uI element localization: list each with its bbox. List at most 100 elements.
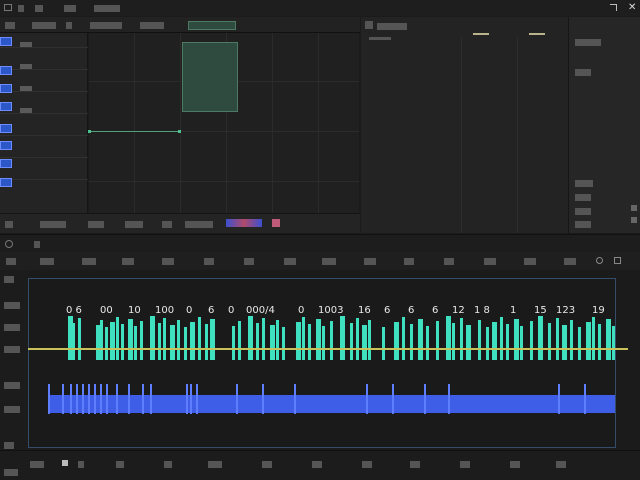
audio-clip[interactable]	[270, 325, 275, 360]
audio-clip[interactable]	[296, 322, 301, 360]
audio-clip[interactable]	[362, 325, 367, 360]
audio-clip[interactable]	[184, 327, 187, 360]
audio-clip[interactable]	[466, 325, 471, 360]
track-label[interactable]	[4, 276, 14, 283]
audio-clip[interactable]	[530, 321, 533, 360]
midi-note[interactable]	[584, 384, 586, 414]
midi-note[interactable]	[48, 384, 50, 414]
midi-note[interactable]	[76, 384, 78, 414]
layer-icon[interactable]	[0, 102, 12, 111]
audio-clip[interactable]	[78, 318, 81, 360]
restore-icon[interactable]	[610, 4, 617, 11]
panel-icon[interactable]	[365, 21, 373, 29]
audio-clip[interactable]	[110, 322, 115, 360]
audio-clip[interactable]	[486, 327, 489, 360]
audio-clip[interactable]	[205, 324, 208, 360]
midi-note[interactable]	[392, 384, 394, 414]
active-tab[interactable]	[188, 21, 236, 30]
layer-icon[interactable]	[0, 141, 12, 150]
audio-clip[interactable]	[492, 322, 497, 360]
audio-clip[interactable]	[100, 320, 103, 360]
anchor-handle[interactable]	[178, 130, 181, 133]
menu-item-edit[interactable]	[35, 5, 43, 12]
layer-icon[interactable]	[0, 124, 12, 133]
close-icon[interactable]: ✕	[628, 2, 636, 13]
audio-clip[interactable]	[330, 321, 333, 360]
status-icon[interactable]	[62, 460, 68, 466]
track-label[interactable]	[4, 346, 20, 353]
midi-note[interactable]	[196, 384, 198, 414]
audio-clip[interactable]	[538, 316, 543, 360]
midi-note[interactable]	[558, 384, 560, 414]
midi-note[interactable]	[100, 384, 102, 414]
status-item[interactable]	[40, 221, 66, 228]
audio-clip[interactable]	[606, 319, 611, 360]
audio-clip[interactable]	[578, 327, 581, 360]
midi-track[interactable]	[48, 395, 615, 413]
audio-clip[interactable]	[592, 317, 595, 360]
toolbar-item[interactable]	[5, 22, 15, 29]
audio-clip[interactable]	[105, 327, 108, 360]
audio-clip[interactable]	[163, 318, 166, 360]
audio-clip[interactable]	[556, 318, 559, 360]
audio-clip[interactable]	[158, 323, 161, 360]
audio-clip[interactable]	[446, 316, 451, 360]
record-icon[interactable]	[596, 257, 603, 264]
status-item[interactable]	[88, 221, 104, 228]
audio-clip[interactable]	[232, 326, 235, 360]
inspector-row[interactable]	[575, 221, 591, 228]
color-swatch[interactable]	[272, 219, 280, 227]
audio-clip[interactable]	[248, 316, 253, 360]
audio-clip[interactable]	[436, 321, 439, 360]
audio-clip[interactable]	[570, 320, 573, 360]
scroll-handle[interactable]	[631, 205, 637, 211]
track-area[interactable]	[28, 278, 616, 448]
selected-element[interactable]	[182, 42, 238, 112]
toolbar-item[interactable]	[66, 22, 72, 29]
layer-icon[interactable]	[0, 66, 12, 75]
menu-item-file[interactable]	[18, 5, 24, 12]
inspector-row[interactable]	[575, 208, 591, 215]
status-item[interactable]	[125, 221, 143, 228]
anchor-handle[interactable]	[88, 130, 91, 133]
audio-clip[interactable]	[382, 327, 385, 360]
scroll-handle[interactable]	[631, 217, 637, 223]
inspector-row[interactable]	[575, 180, 593, 187]
midi-note[interactable]	[150, 384, 152, 414]
color-swatches[interactable]	[226, 219, 262, 227]
audio-clip[interactable]	[394, 322, 399, 360]
midi-note[interactable]	[62, 384, 64, 414]
midi-note[interactable]	[262, 384, 264, 414]
audio-clip[interactable]	[410, 324, 413, 360]
audio-clip[interactable]	[612, 326, 615, 360]
track-label[interactable]	[4, 406, 20, 413]
layer-icon[interactable]	[0, 159, 12, 168]
audio-clip[interactable]	[586, 322, 591, 360]
audio-clip[interactable]	[177, 320, 180, 360]
audio-clip[interactable]	[308, 324, 311, 360]
audio-clip[interactable]	[452, 323, 455, 360]
audio-clip[interactable]	[150, 316, 155, 360]
midi-note[interactable]	[236, 384, 238, 414]
audio-clip[interactable]	[262, 318, 265, 360]
midi-note[interactable]	[142, 384, 144, 414]
menu-item-view[interactable]	[64, 5, 76, 12]
menu-item-window[interactable]	[94, 5, 120, 12]
audio-clip[interactable]	[548, 323, 551, 360]
inspector-row[interactable]	[575, 69, 591, 76]
midi-note[interactable]	[88, 384, 90, 414]
layer-icon[interactable]	[0, 84, 12, 93]
track-label[interactable]	[4, 382, 20, 389]
audio-clip[interactable]	[190, 322, 195, 360]
audio-clip[interactable]	[302, 317, 305, 360]
audio-clip[interactable]	[282, 327, 285, 360]
status-item[interactable]	[5, 221, 13, 228]
audio-clip[interactable]	[402, 317, 405, 360]
layer-icon[interactable]	[0, 37, 12, 46]
inspector-row[interactable]	[575, 39, 601, 46]
audio-clip[interactable]	[238, 321, 241, 360]
midi-note[interactable]	[294, 384, 296, 414]
audio-clip[interactable]	[426, 326, 429, 360]
midi-note[interactable]	[190, 384, 192, 414]
audio-clip[interactable]	[134, 326, 137, 360]
